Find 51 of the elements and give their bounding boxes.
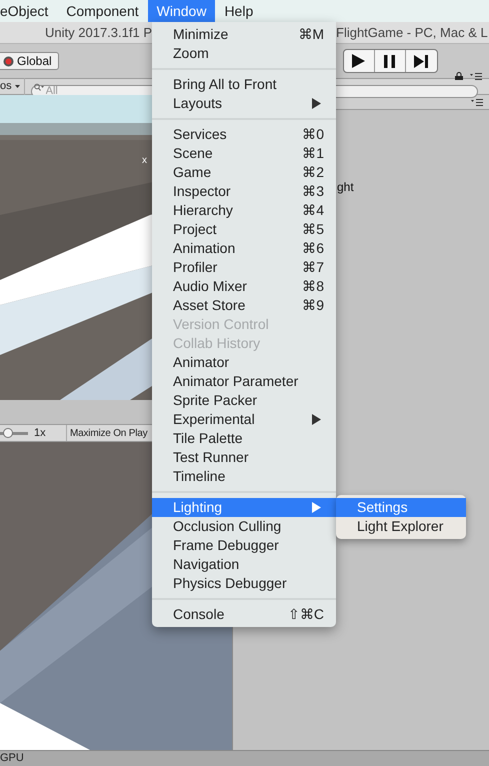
- caret-icon: [14, 85, 20, 88]
- menu-item[interactable]: Bring All to Front: [152, 75, 336, 94]
- menu-item[interactable]: Layouts: [152, 94, 336, 113]
- menu-item[interactable]: Hierarchy ⌘4: [152, 201, 336, 220]
- menu-item[interactable]: Sprite Packer: [152, 391, 336, 410]
- menu-bar-item[interactable]: Window: [148, 0, 216, 22]
- menu-bar-item[interactable]: Component: [57, 0, 148, 22]
- menu-bar-item[interactable]: Help: [215, 0, 262, 22]
- status-text: GPU: [0, 751, 24, 766]
- menu-item[interactable]: Settings: [336, 498, 466, 517]
- menu-item[interactable]: Asset Store ⌘9: [152, 296, 336, 315]
- menu-icon[interactable]: [471, 98, 483, 106]
- maximize-on-play-button[interactable]: Maximize On Play: [66, 425, 148, 441]
- scale-label: 1x: [34, 426, 47, 441]
- play-icon: [352, 54, 366, 68]
- menu-item[interactable]: Profiler ⌘7: [152, 258, 336, 277]
- menu-item[interactable]: Animator Parameter: [152, 372, 336, 391]
- menu-item[interactable]: Light Explorer: [336, 517, 466, 536]
- menu-item[interactable]: Audio Mixer ⌘8: [152, 277, 336, 296]
- menu-item[interactable]: Timeline: [152, 467, 336, 486]
- lock-icon[interactable]: [455, 72, 463, 80]
- menu-icon[interactable]: [470, 73, 482, 80]
- menu-item[interactable]: Frame Debugger: [152, 536, 336, 555]
- step-icon: [414, 54, 428, 68]
- menu-item[interactable]: Zoom: [152, 44, 336, 63]
- menu-item[interactable]: Animator: [152, 353, 336, 372]
- menu-item[interactable]: Project ⌘5: [152, 220, 336, 239]
- menu-item[interactable]: Inspector ⌘3: [152, 182, 336, 201]
- menu-bar-item[interactable]: eObject: [0, 0, 58, 22]
- menu-item[interactable]: Navigation: [152, 555, 336, 574]
- menu-item[interactable]: Experimental: [152, 410, 336, 429]
- window-title: FlightGame - PC, Mac & L: [336, 24, 488, 42]
- scale-slider[interactable]: [0, 428, 28, 438]
- slider-thumb[interactable]: [2, 428, 13, 438]
- pause-icon: [384, 54, 396, 68]
- menu-item[interactable]: Tile Palette: [152, 429, 336, 448]
- menu-item[interactable]: Console ⇧⌘C: [152, 605, 336, 624]
- inspector-text: ght: [337, 179, 355, 196]
- search-icon: [34, 83, 44, 91]
- menu-item[interactable]: Services ⌘0: [152, 125, 336, 144]
- global-button[interactable]: Global: [0, 52, 59, 70]
- menu-item[interactable]: Minimize ⌘M: [152, 25, 336, 44]
- axis-label: x: [142, 154, 147, 168]
- menu-item[interactable]: Test Runner: [152, 448, 336, 467]
- menu-item[interactable]: Game ⌘2: [152, 163, 336, 182]
- menu-item[interactable]: Occlusion Culling: [152, 517, 336, 536]
- menu-item[interactable]: Scene ⌘1: [152, 144, 336, 163]
- menu-item[interactable]: Animation ⌘6: [152, 239, 336, 258]
- menu-item[interactable]: Lighting: [152, 498, 336, 517]
- window-title: Unity 2017.3.1f1 P: [45, 24, 152, 42]
- menu-item[interactable]: Physics Debugger: [152, 574, 336, 593]
